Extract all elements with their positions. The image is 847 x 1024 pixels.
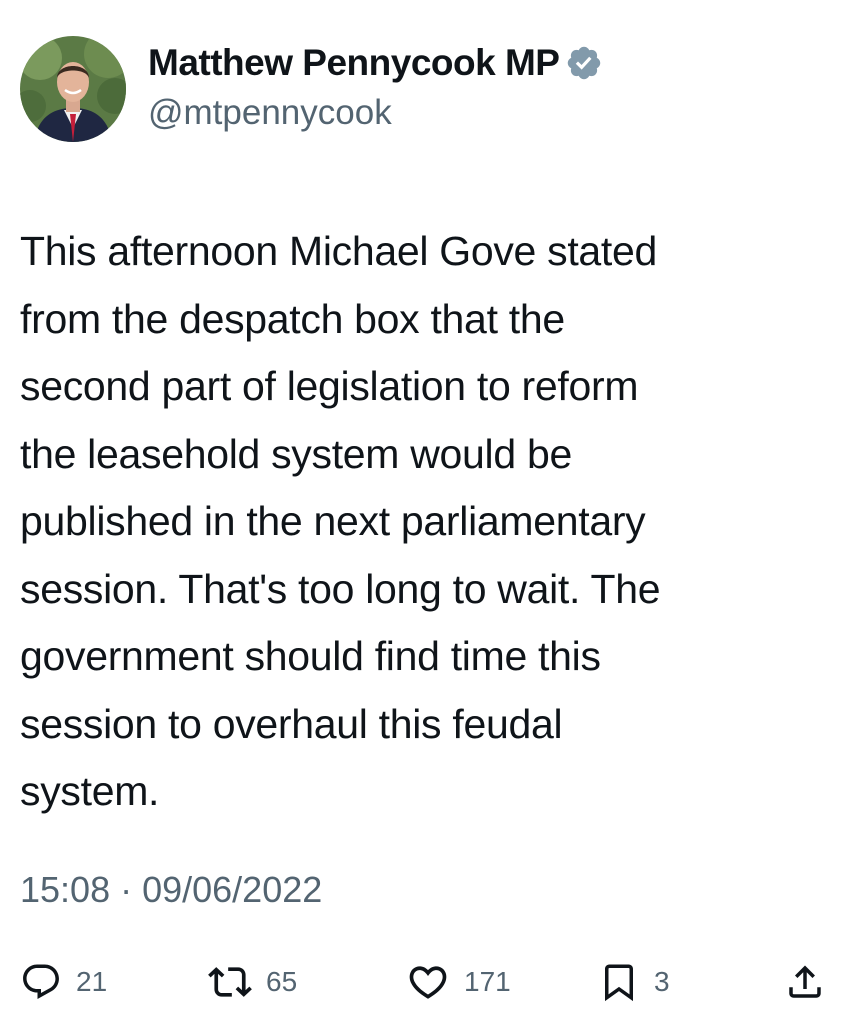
share-icon [784,961,826,1003]
retweet-button[interactable]: 65 [208,955,297,1009]
like-count: 171 [464,966,511,997]
bookmark-icon [598,961,640,1003]
reply-button[interactable]: 21 [20,955,107,1009]
like-button[interactable]: 171 [406,955,511,1009]
bookmark-button[interactable]: 3 [598,955,670,1009]
tweet-text: This afternoon Michael Gove stated from … [20,228,661,814]
avatar[interactable] [20,36,126,142]
reply-count: 21 [76,966,108,997]
retweet-icon [208,960,252,1004]
reply-icon [20,961,62,1003]
author-names: Matthew Pennycook MP @mtpennycook [148,36,603,136]
avatar-photo [20,36,126,142]
verified-badge-icon [565,44,603,82]
bookmark-count: 3 [654,966,670,997]
action-bar: 21 65 171 3 [20,955,830,1009]
tweet-header: Matthew Pennycook MP @mtpennycook [20,36,603,142]
display-name: Matthew Pennycook MP [148,42,560,83]
display-name-row[interactable]: Matthew Pennycook MP [148,40,603,86]
tweet-timestamp[interactable]: 15:08 · 09/06/2022 [20,866,322,914]
retweet-count: 65 [266,966,298,997]
author-handle[interactable]: @mtpennycook [148,90,603,136]
share-button[interactable] [784,955,826,1009]
heart-icon [406,960,450,1004]
